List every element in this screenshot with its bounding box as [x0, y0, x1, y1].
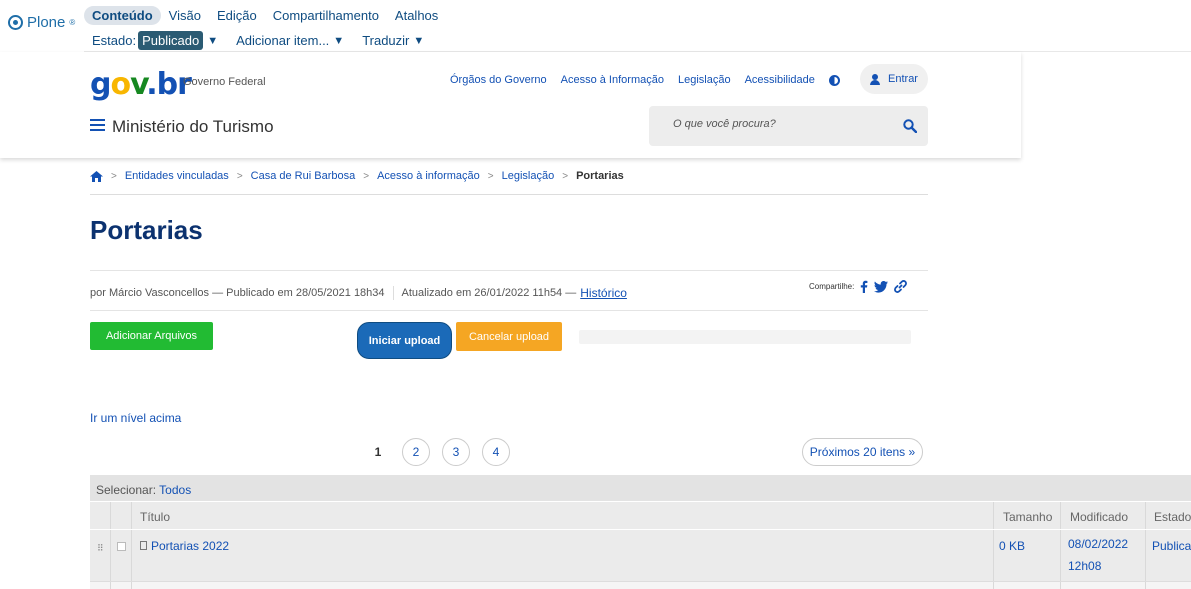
row-modified-time: 12h08 [1068, 559, 1102, 573]
divider [90, 194, 928, 195]
tab-edicao[interactable]: Edição [209, 6, 265, 25]
row-modified-date: 08/02/2022 [1068, 537, 1129, 551]
breadcrumb-item[interactable]: Legislação [502, 170, 555, 182]
chevron-down-icon[interactable]: ▼ [207, 35, 218, 47]
table-row[interactable] [90, 581, 1191, 589]
plone-icon [8, 15, 23, 30]
header-links: Órgãos do Governo Acesso à Informação Le… [450, 74, 840, 86]
tab-atalhos[interactable]: Atalhos [387, 6, 446, 25]
contrast-icon[interactable] [828, 74, 840, 86]
plone-logo-text: Plone [27, 14, 66, 31]
next-page-button[interactable]: Próximos 20 itens » [802, 438, 923, 466]
row-size: 0 KB [999, 539, 1026, 553]
start-upload-button[interactable]: Iniciar upload [357, 322, 452, 359]
state-dropdown[interactable]: Publicado [138, 31, 204, 50]
byline-author: por Márcio Vasconcellos — Publicado em 2… [90, 287, 385, 299]
column-header-size[interactable]: Tamanho [1003, 510, 1052, 524]
upload-progress-bar [579, 330, 911, 344]
plone-toolbar-actions: Estado: Publicado ▼ Adicionar item... ▼ … [92, 31, 424, 50]
add-item-menu[interactable]: Adicionar item... [236, 33, 329, 48]
page-1: 1 [374, 445, 382, 459]
breadcrumb-item[interactable]: Acesso à informação [377, 170, 480, 182]
link-legislacao[interactable]: Legislação [678, 74, 731, 86]
facebook-icon[interactable] [860, 280, 868, 293]
plone-toolbar-tabs: Conteúdo Visão Edição Compartilhamento A… [84, 6, 446, 25]
state-label: Estado: [92, 33, 137, 48]
chevron-down-icon[interactable]: ▼ [333, 35, 344, 47]
user-icon [870, 73, 881, 85]
link-orgaos[interactable]: Órgãos do Governo [450, 74, 547, 86]
search-box [649, 106, 928, 146]
table-header: Título Tamanho Modificado Estado [90, 502, 1191, 529]
document-byline: por Márcio Vasconcellos — Publicado em 2… [90, 286, 627, 300]
add-files-button[interactable]: Adicionar Arquivos [90, 322, 213, 350]
table-row[interactable]: ⠿ Portarias 2022 0 KB 08/02/2022 12h08 P… [90, 529, 1191, 581]
byline-updated: Atualizado em 26/01/2022 11h54 — [401, 287, 577, 299]
plone-logo[interactable]: Plone ® [8, 14, 75, 31]
site-title[interactable]: Ministério do Turismo [112, 117, 274, 137]
chevron-down-icon[interactable]: ▼ [413, 35, 424, 47]
translate-menu[interactable]: Traduzir [362, 33, 409, 48]
search-icon[interactable] [903, 119, 917, 133]
link-icon[interactable] [894, 280, 908, 293]
login-button[interactable]: Entrar [860, 64, 928, 94]
link-acesso-informacao[interactable]: Acesso à Informação [561, 74, 664, 86]
pagination: 1 2 3 4 [366, 438, 510, 466]
tab-conteudo[interactable]: Conteúdo [84, 6, 161, 25]
governo-federal-label: Governo Federal [183, 76, 266, 88]
twitter-icon[interactable] [874, 280, 889, 293]
breadcrumb-item[interactable]: Entidades vinculadas [125, 170, 229, 182]
up-one-level-link[interactable]: Ir um nível acima [90, 411, 181, 425]
document-icon [140, 541, 147, 550]
column-header-title[interactable]: Título [140, 510, 170, 524]
column-header-modified[interactable]: Modificado [1070, 510, 1128, 524]
menu-icon[interactable] [90, 119, 105, 131]
share-bar: Compartilhe: [809, 280, 908, 293]
breadcrumb: > Entidades vinculadas > Casa de Rui Bar… [90, 170, 624, 182]
row-state: Publica [1152, 539, 1191, 553]
selection-bar: Selecionar: Todos [90, 475, 1191, 501]
search-input[interactable] [673, 118, 883, 130]
history-link[interactable]: Histórico [580, 286, 627, 300]
select-all-link[interactable]: Todos [159, 483, 191, 497]
row-checkbox[interactable] [117, 542, 126, 551]
page-3[interactable]: 3 [442, 438, 470, 466]
page-title: Portarias [90, 215, 203, 245]
link-acessibilidade[interactable]: Acessibilidade [745, 74, 815, 86]
page-4[interactable]: 4 [482, 438, 510, 466]
select-label: Selecionar: [96, 483, 157, 497]
tab-compartilhamento[interactable]: Compartilhamento [265, 6, 387, 25]
breadcrumb-item[interactable]: Casa de Rui Barbosa [251, 170, 356, 182]
page-2[interactable]: 2 [402, 438, 430, 466]
govbr-logo[interactable]: gov.br [90, 67, 192, 102]
home-icon[interactable] [90, 170, 103, 182]
column-header-state[interactable]: Estado [1154, 510, 1191, 524]
breadcrumb-current: Portarias [576, 170, 624, 182]
drag-handle-icon[interactable]: ⠿ [97, 543, 104, 554]
site-header: gov.br Governo Federal Órgãos do Governo… [0, 52, 1021, 158]
divider [90, 270, 928, 271]
tab-visao[interactable]: Visão [161, 6, 209, 25]
row-title[interactable]: Portarias 2022 [151, 539, 229, 553]
cancel-upload-button[interactable]: Cancelar upload [456, 322, 562, 351]
divider [90, 310, 928, 311]
login-label: Entrar [888, 73, 918, 85]
share-label: Compartilhe: [809, 282, 855, 291]
